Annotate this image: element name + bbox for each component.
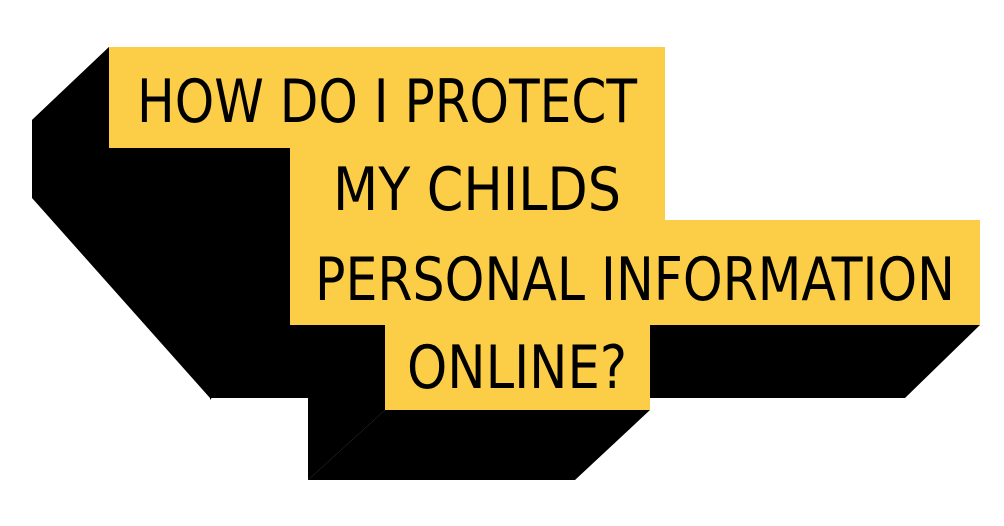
headline-line-1: HOW DO I PROTECT — [137, 67, 638, 137]
headline-graphic: HOW DO I PROTECT MY CHILDS PERSONAL INFO… — [32, 47, 980, 480]
headline-line-4: ONLINE? — [407, 333, 627, 403]
headline-line-3: PERSONAL INFORMATION — [315, 245, 955, 315]
headline-line-2: MY CHILDS — [333, 155, 621, 225]
